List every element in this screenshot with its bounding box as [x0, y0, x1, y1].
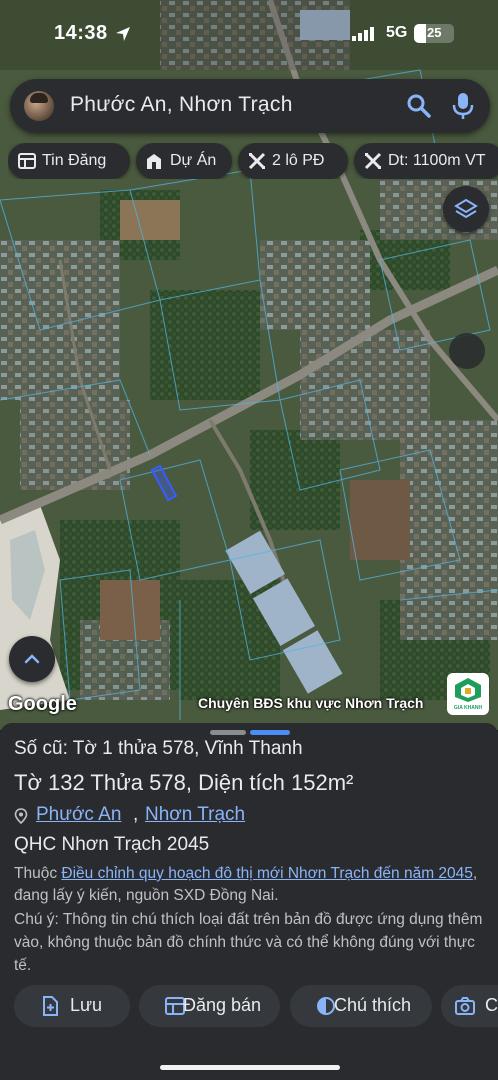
search-icon[interactable] — [406, 93, 432, 119]
layers-icon — [454, 198, 478, 219]
save-button[interactable]: Lưu — [14, 985, 130, 1027]
expand-sheet-button[interactable] — [9, 636, 55, 682]
satellite-map[interactable]: 14:38 5G 25 Phước An, Nhơn Trạch Tin Đăn… — [0, 0, 498, 730]
list-icon — [18, 153, 36, 169]
legend-label: Chú thích — [334, 995, 412, 1015]
brand-logo-icon — [455, 678, 481, 702]
chip-du-an[interactable]: Dự Án — [136, 143, 232, 179]
sheet-page-indicator — [250, 730, 290, 735]
disclaimer: Chú ý: Thông tin chú thích loại đất trên… — [14, 911, 483, 974]
location-arrow-icon — [116, 27, 130, 41]
post-for-sale-label: Đăng bán — [183, 995, 262, 1015]
plan-note-prefix: Thuộc — [14, 865, 62, 882]
battery-icon: 25 — [414, 24, 454, 43]
chip-tin-dang[interactable]: Tin Đăng — [8, 143, 130, 179]
camera-label: C — [485, 995, 498, 1015]
chip-label: 2 lô PĐ — [272, 152, 325, 169]
network-type: 5G — [386, 24, 408, 41]
listing-icon — [165, 997, 185, 1015]
action-buttons: Lưu Đăng bán Chú thích C — [0, 985, 498, 1027]
camera-button[interactable]: C — [441, 985, 498, 1027]
chip-label: Dt: 1100m VT — [388, 152, 486, 169]
filter-chips: Tin Đăng Dự Án 2 lô PĐ Dt: 1100m VT — [8, 143, 498, 179]
brand-logo-text: GIA KHANH — [453, 705, 483, 711]
address-separator: , — [133, 804, 139, 825]
parcel-info-sheet[interactable]: Số cũ: Tờ 1 thửa 578, Vĩnh Thanh Tờ 132 … — [0, 723, 498, 1080]
home-indicator[interactable] — [160, 1065, 340, 1070]
chevron-up-icon — [24, 654, 40, 664]
address-link-phuoc-an[interactable]: Phước An — [36, 804, 121, 826]
contrast-icon — [317, 997, 335, 1015]
location-pin-icon — [14, 808, 28, 824]
chip-label: Dự Án — [170, 152, 217, 169]
ruler-icon — [248, 152, 266, 170]
chip-2-lo-pd[interactable]: 2 lô PĐ — [238, 143, 348, 179]
status-bar: 14:38 5G 25 — [0, 0, 498, 64]
plan-link[interactable]: Điều chỉnh quy hoạch đô thị mới Nhơn Trạ… — [61, 865, 473, 882]
legend-button[interactable]: Chú thích — [290, 985, 432, 1027]
compass-button[interactable] — [449, 333, 485, 369]
layers-button[interactable] — [443, 186, 489, 232]
signal-icon — [352, 27, 374, 41]
microphone-icon[interactable] — [450, 91, 476, 121]
camera-icon — [455, 997, 475, 1015]
address-link-nhon-trach[interactable]: Nhơn Trạch — [145, 804, 245, 826]
ruler-icon — [364, 152, 382, 170]
avatar[interactable] — [24, 91, 54, 121]
map-credit: Chuyên BĐS khu vực Nhơn Trạch — [198, 695, 424, 711]
old-parcel-number: Số cũ: Tờ 1 thửa 578, Vĩnh Thanh — [14, 738, 303, 759]
search-query[interactable]: Phước An, Nhơn Trạch — [70, 93, 293, 117]
plan-name: QHC Nhơn Trạch 2045 — [14, 834, 210, 855]
parcel-title: Tờ 132 Thửa 578, Diện tích 152m² — [14, 770, 354, 795]
buildings-icon — [147, 154, 161, 169]
battery-percent: 25 — [427, 25, 442, 40]
status-time: 14:38 — [54, 22, 108, 44]
search-bar[interactable]: Phước An, Nhơn Trạch — [10, 79, 490, 133]
brand-logo[interactable]: GIA KHANH — [447, 673, 489, 715]
save-label: Lưu — [70, 995, 103, 1015]
plan-note: Thuộc Điều chỉnh quy hoạch đô thị mới Nh… — [14, 863, 484, 907]
post-for-sale-button[interactable]: Đăng bán — [139, 985, 280, 1027]
chip-dt-1100m[interactable]: Dt: 1100m VT — [354, 143, 498, 179]
google-logo: Google — [8, 693, 77, 715]
sheet-handle[interactable] — [210, 730, 246, 735]
chip-label: Tin Đăng — [42, 152, 107, 169]
save-icon — [43, 996, 58, 1016]
